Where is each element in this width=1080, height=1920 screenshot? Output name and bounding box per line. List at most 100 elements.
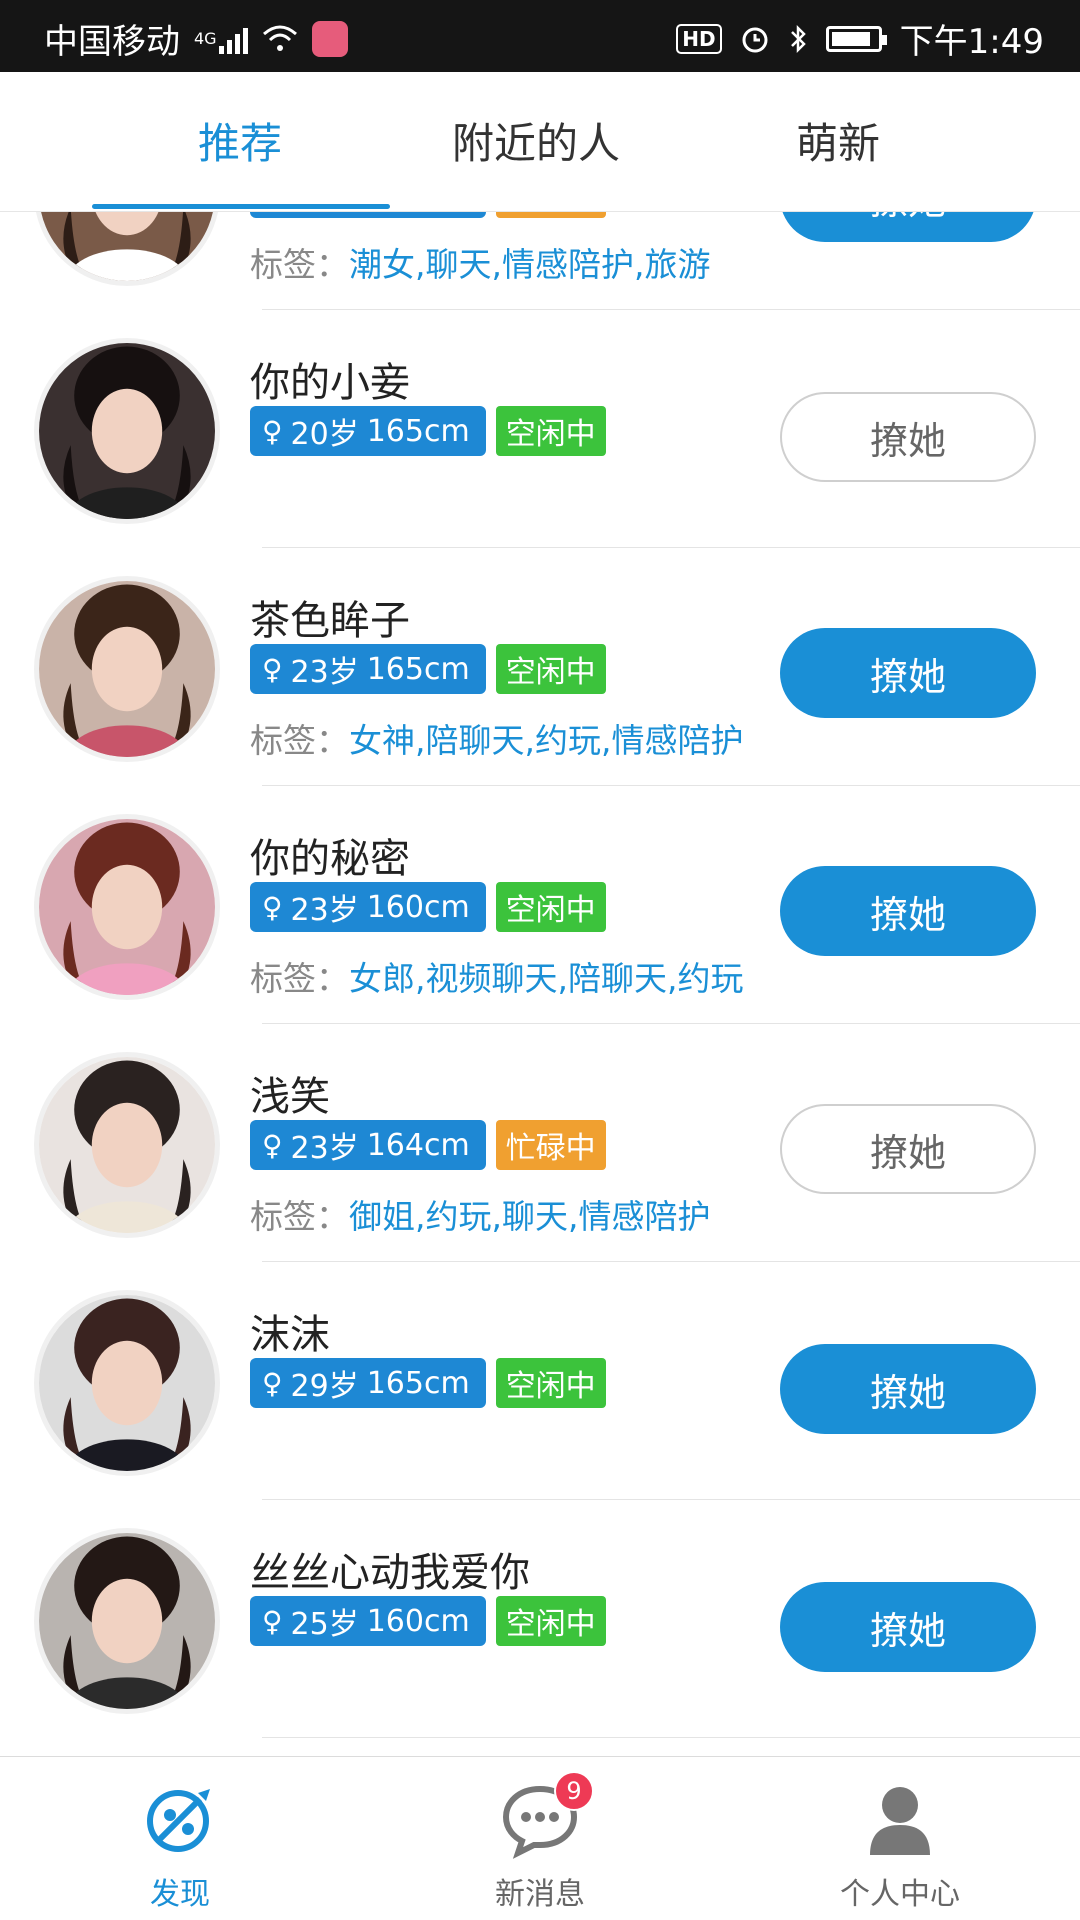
age-label: 25岁 (291, 212, 359, 215)
age-label: 23岁 (290, 1131, 359, 1166)
age-height-badge: ♀ 23岁 160cm (250, 882, 486, 932)
tab-newcomers[interactable]: 萌新 (796, 110, 880, 171)
network-type: 4G (194, 29, 217, 48)
user-name: 浅笑 (250, 1074, 330, 1120)
app-notification-icon (311, 20, 348, 57)
avatar[interactable] (34, 576, 220, 762)
nav-messages-label: 新消息 (495, 1877, 585, 1912)
user-name: 丝丝心动我爱你 (250, 1550, 530, 1596)
avatar[interactable] (34, 814, 220, 1000)
list-item[interactable]: 你的秘密 ♀ 23岁 160cm 空闲中 标签：女郎,视频聊天,陪聊天,约玩 撩… (0, 786, 1080, 1024)
tags-line: 标签：潮女,聊天,情感陪护,旅游 (250, 238, 780, 286)
list-item[interactable]: 丝丝心动我爱你 ♀ 25岁 160cm 空闲中 撩她 (0, 1500, 1080, 1738)
avatar[interactable] (34, 1528, 220, 1714)
tags-prefix: 标签： (250, 1197, 349, 1236)
status-badge: 空闲中 (495, 1596, 606, 1646)
list-item[interactable]: 茶色眸子 ♀ 23岁 165cm 空闲中 标签：女神,陪聊天,约玩,情感陪护 撩… (0, 548, 1080, 786)
avatar[interactable] (34, 212, 220, 286)
chat-bubble-icon: 9 (500, 1771, 594, 1859)
divider (262, 1737, 1080, 1738)
female-icon: ♀ (262, 652, 283, 686)
flirt-button[interactable]: 撩她 (780, 1582, 1036, 1672)
age-label: 23岁 (290, 893, 359, 928)
unread-badge: 9 (554, 1771, 594, 1811)
female-icon: ♀ (262, 1128, 283, 1162)
height-label: 164cm (366, 1127, 470, 1163)
tags-prefix: 标签： (250, 245, 349, 284)
status-bar: 中国移动 4G HD 下午1:49 (0, 0, 1080, 72)
top-tabs: 推荐 附近的人 萌新 (0, 72, 1080, 212)
height-label: 160cm (366, 889, 470, 925)
age-label: 29岁 (290, 1369, 359, 1404)
info-row: ♀ 25岁 165cm 忙碌中 (250, 212, 606, 218)
status-badge: 忙碌中 (495, 212, 606, 218)
hd-icon: HD (676, 23, 722, 54)
info-row: ♀ 23岁 165cm 空闲中 (250, 644, 606, 694)
tags-value: 女郎,视频聊天,陪聊天,约玩 (349, 959, 744, 998)
wifi-icon (262, 24, 298, 54)
age-label: 25岁 (290, 1607, 359, 1642)
age-height-badge: ♀ 25岁 160cm (250, 1596, 486, 1646)
tags-value: 女神,陪聊天,约玩,情感陪护 (349, 721, 744, 760)
height-label: 165cm (366, 1365, 470, 1401)
nav-profile-label: 个人中心 (840, 1877, 960, 1912)
age-height-badge: ♀ 29岁 165cm (250, 1358, 486, 1408)
list-item[interactable]: ♀ 25岁 165cm 忙碌中 标签：潮女,聊天,情感陪护,旅游 撩她 (0, 212, 1080, 310)
age-height-badge: ♀ 20岁 165cm (250, 406, 486, 456)
flirt-button[interactable]: 撩她 (780, 212, 1036, 242)
list-item[interactable]: 沫沫 ♀ 29岁 165cm 空闲中 撩她 (0, 1262, 1080, 1500)
info-row: ♀ 23岁 160cm 空闲中 (250, 882, 606, 932)
flirt-button[interactable]: 撩她 (780, 1344, 1036, 1434)
carrier-label: 中国移动 (44, 22, 180, 62)
alarm-icon (740, 24, 770, 54)
info-row: ♀ 29岁 165cm 空闲中 (250, 1358, 606, 1408)
age-height-badge: ♀ 23岁 164cm (250, 1120, 486, 1170)
female-icon: ♀ (262, 1366, 283, 1400)
age-label: 20岁 (290, 417, 359, 452)
info-row: ♀ 25岁 160cm 空闲中 (250, 1596, 606, 1646)
status-badge: 空闲中 (495, 644, 606, 694)
status-badge: 空闲中 (495, 406, 606, 456)
nav-messages[interactable]: 9 新消息 (440, 1771, 640, 1913)
tags-prefix: 标签： (250, 721, 349, 760)
discover-icon (140, 1779, 220, 1859)
female-icon: ♀ (262, 1604, 283, 1638)
bluetooth-icon (788, 24, 808, 54)
flirt-button[interactable]: 撩她 (780, 392, 1036, 482)
person-icon (860, 1779, 940, 1859)
list-item[interactable]: 浅笑 ♀ 23岁 164cm 忙碌中 标签：御姐,约玩,聊天,情感陪护 撩她 (0, 1024, 1080, 1262)
tags-value: 潮女,聊天,情感陪护,旅游 (349, 245, 711, 284)
avatar[interactable] (34, 1290, 220, 1476)
avatar[interactable] (34, 338, 220, 524)
flirt-button[interactable]: 撩她 (780, 628, 1036, 718)
nav-discover[interactable]: 发现 (80, 1779, 280, 1913)
height-label: 160cm (366, 1603, 470, 1639)
flirt-button[interactable]: 撩她 (780, 866, 1036, 956)
user-name: 沫沫 (250, 1312, 330, 1358)
age-label: 23岁 (290, 655, 359, 690)
list-item[interactable]: 你的小妾 ♀ 20岁 165cm 空闲中 撩她 (0, 310, 1080, 548)
female-icon: ♀ (262, 890, 283, 924)
age-height-badge: ♀ 25岁 165cm (250, 212, 486, 218)
status-badge: 空闲中 (495, 1358, 606, 1408)
avatar[interactable] (34, 1052, 220, 1238)
clock: 下午1:49 (899, 22, 1044, 62)
nav-profile[interactable]: 个人中心 (800, 1779, 1000, 1913)
status-badge: 空闲中 (495, 882, 606, 932)
female-icon: ♀ (262, 414, 283, 448)
user-name: 茶色眸子 (250, 598, 410, 644)
flirt-button[interactable]: 撩她 (780, 1104, 1036, 1194)
bottom-nav: 发现 9 新消息 个人中心 (0, 1756, 1080, 1920)
status-badge: 忙碌中 (495, 1120, 606, 1170)
tags-line: 标签：女郎,视频聊天,陪聊天,约玩 (250, 952, 780, 1000)
user-list[interactable]: ♀ 25岁 165cm 忙碌中 标签：潮女,聊天,情感陪护,旅游 撩她 你的小妾 (0, 212, 1080, 1756)
nav-discover-label: 发现 (150, 1877, 210, 1912)
battery-icon (825, 25, 887, 52)
tags-line: 标签：御姐,约玩,聊天,情感陪护 (250, 1190, 780, 1238)
height-label: 165cm (366, 413, 470, 449)
info-row: ♀ 20岁 165cm 空闲中 (250, 406, 606, 456)
signal-icon: 4G (194, 24, 248, 54)
tab-recommend[interactable]: 推荐 (198, 110, 282, 171)
tab-nearby[interactable]: 附近的人 (452, 110, 620, 171)
age-height-badge: ♀ 23岁 165cm (250, 644, 486, 694)
